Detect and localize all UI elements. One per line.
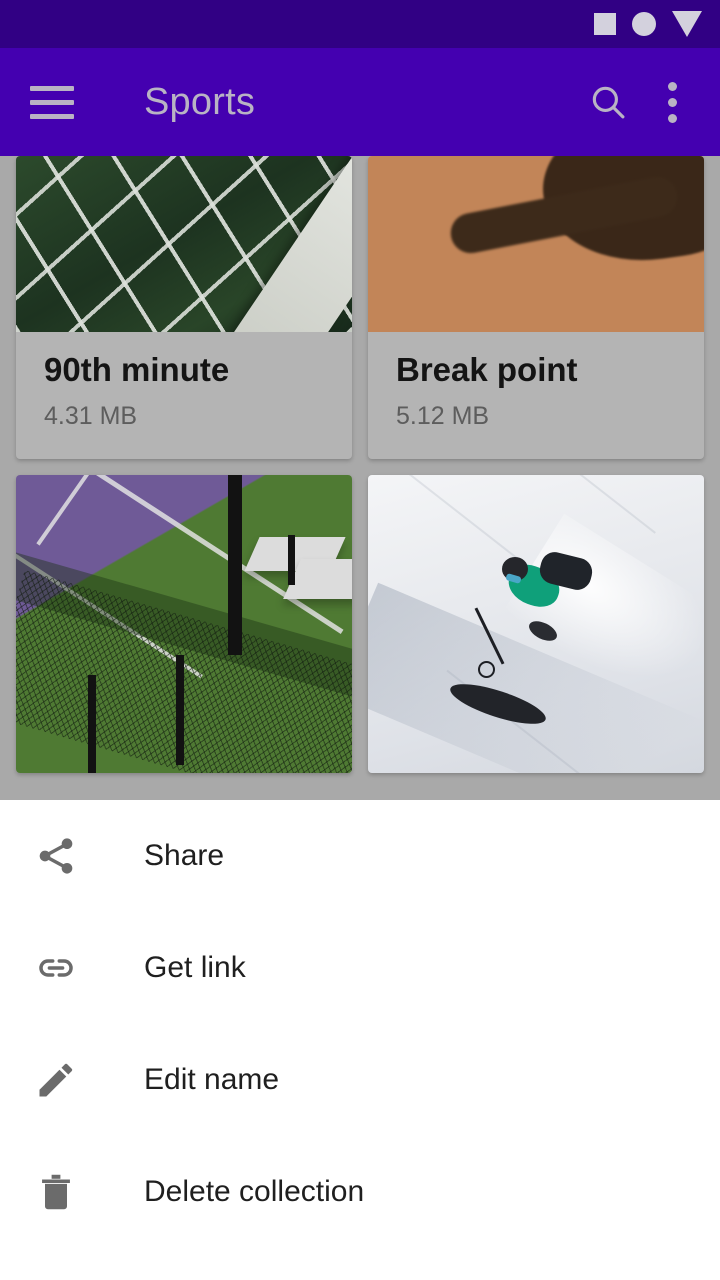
collection-grid: 90th minute 4.31 MB Break point 5.12 MB [0,156,720,800]
card-title: 90th minute [44,351,230,388]
card-thumbnail [368,156,704,332]
bottom-sheet-menu: Share Get link Edit name Delete collecti… [0,800,720,1280]
square-icon [594,13,616,35]
menu-item-label: Edit name [144,1063,280,1096]
card-title: Break point [396,351,578,388]
menu-item-share[interactable]: Share [0,800,720,912]
menu-item-edit-name[interactable]: Edit name [0,1024,720,1136]
search-icon[interactable] [576,70,640,134]
collection-card[interactable]: 90th minute 4.31 MB [16,156,352,460]
collection-card[interactable]: Break point 5.12 MB [368,156,704,460]
page-title: Sports [144,80,256,123]
status-bar-icons [594,11,702,37]
more-vert-icon[interactable] [640,70,704,134]
aerial-tennis-court-photo [16,475,352,774]
menu-item-get-link[interactable]: Get link [0,912,720,1024]
hamburger-menu-icon[interactable] [30,76,82,128]
menu-item-delete-collection[interactable]: Delete collection [0,1136,720,1248]
grid-container: 90th minute 4.31 MB Break point 5.12 MB [16,156,704,774]
status-bar [0,0,720,48]
card-body: Break point 5.12 MB [368,332,704,459]
skier-powder-snow-photo [368,475,704,774]
card-thumbnail [16,156,352,332]
card-size: 4.31 MB [44,402,138,431]
trash-delete-icon [30,1166,82,1218]
pencil-edit-icon [30,1054,82,1106]
collection-card[interactable] [368,475,704,774]
soccer-goal-net-photo [16,156,352,332]
clay-court-shadow-photo [368,156,704,332]
collection-card[interactable] [16,475,352,774]
card-body: 90th minute 4.31 MB [16,332,352,459]
share-icon [30,830,82,882]
link-icon [30,942,82,994]
menu-item-label: Get link [144,951,246,984]
app-bar: Sports [0,48,720,156]
circle-icon [632,12,656,36]
card-size: 5.12 MB [396,402,490,431]
triangle-down-icon [672,11,702,37]
menu-item-label: Delete collection [144,1175,365,1208]
menu-item-label: Share [144,839,225,872]
